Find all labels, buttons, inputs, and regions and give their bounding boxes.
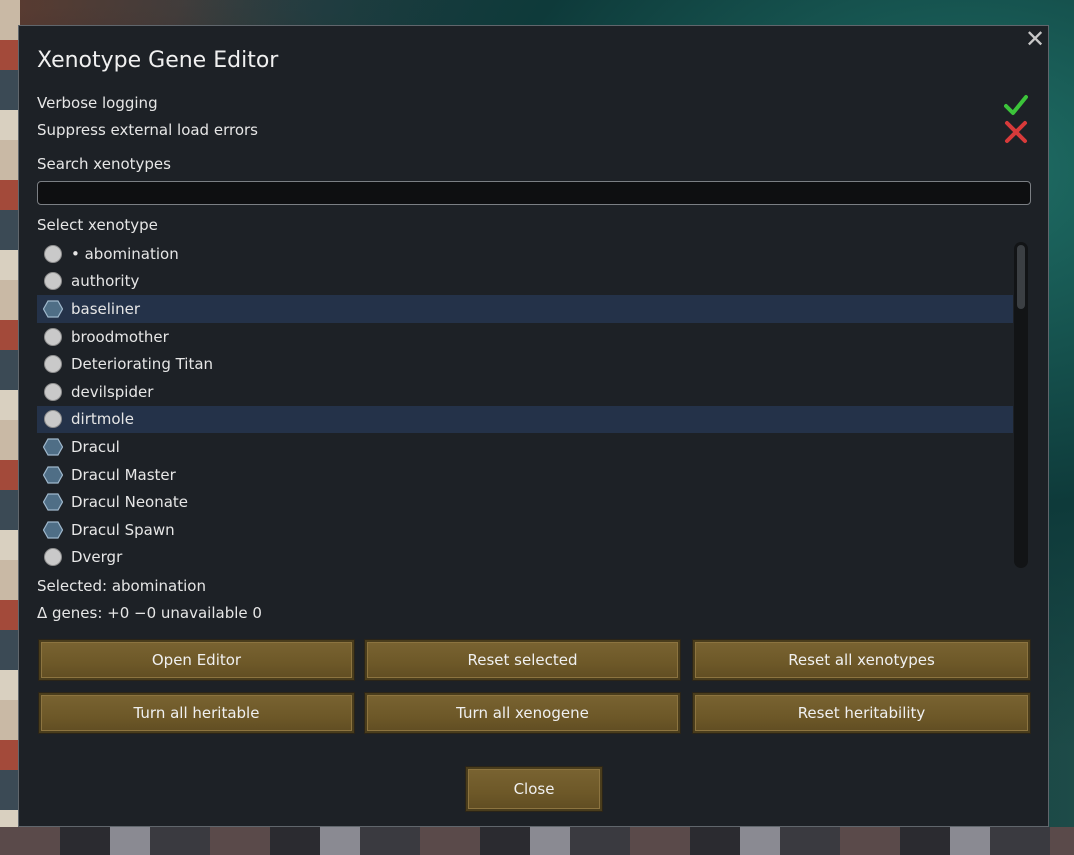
xenotype-label: Dracul Neonate [71, 493, 189, 512]
xenotype-row[interactable]: • abomination [37, 240, 1013, 268]
gene-delta-status: Δ genes: +0 −0 unavailable 0 [37, 604, 262, 622]
background-art-bottom [0, 827, 1074, 855]
turn-all-xenogene-button[interactable]: Turn all xenogene [364, 692, 681, 734]
xenotype-gene-editor-dialog: ✕ Xenotype Gene Editor Verbose logging S… [18, 25, 1049, 827]
xenotype-label: broodmother [71, 327, 169, 346]
reset-all-xenotypes-button[interactable]: Reset all xenotypes [692, 639, 1031, 681]
turn-all-heritable-button[interactable]: Turn all heritable [38, 692, 355, 734]
cross-icon[interactable] [1004, 120, 1028, 144]
xenotype-row[interactable]: Dvergr [37, 544, 1013, 572]
xenotype-row[interactable]: baseliner [37, 295, 1013, 323]
hexagon-icon [43, 465, 63, 484]
search-label: Search xenotypes [37, 155, 171, 173]
xenotype-label: Deteriorating Titan [71, 355, 214, 374]
xenotype-label: • abomination [71, 244, 179, 263]
circle-icon [44, 244, 62, 263]
xenotype-label: baseliner [71, 299, 140, 318]
circle-icon [44, 327, 62, 346]
select-xenotype-label: Select xenotype [37, 216, 158, 234]
verbose-logging-label[interactable]: Verbose logging [37, 94, 158, 112]
circle-icon [44, 382, 62, 401]
xenotype-label: dirtmole [71, 410, 134, 429]
dialog-title: Xenotype Gene Editor [37, 48, 279, 73]
xenotype-row[interactable]: devilspider [37, 378, 1013, 406]
scrollbar-thumb[interactable] [1017, 245, 1025, 309]
circle-icon [44, 548, 62, 567]
xenotype-label: devilspider [71, 382, 154, 401]
reset-selected-button[interactable]: Reset selected [364, 639, 681, 681]
background-art-left [0, 0, 20, 855]
open-editor-button[interactable]: Open Editor [38, 639, 355, 681]
xenotype-label: Dracul Master [71, 465, 176, 484]
hexagon-icon [43, 493, 63, 511]
xenotype-row[interactable]: Dracul Master [37, 461, 1013, 489]
xenotype-row[interactable]: Dracul [37, 433, 1013, 461]
suppress-errors-label[interactable]: Suppress external load errors [37, 121, 258, 139]
search-input[interactable] [37, 181, 1031, 205]
selected-status: Selected: abomination [37, 577, 206, 595]
circle-icon [44, 410, 62, 429]
close-icon[interactable]: ✕ [1022, 26, 1048, 52]
check-icon[interactable] [1004, 94, 1028, 116]
reset-heritability-button[interactable]: Reset heritability [692, 692, 1031, 734]
xenotype-list: • abomination authority baseliner broodmoth… [37, 240, 1013, 572]
circle-icon [44, 355, 62, 374]
hexagon-icon [43, 438, 63, 456]
xenotype-label: Dvergr [71, 548, 123, 567]
xenotype-label: Dracul Spawn [71, 520, 175, 539]
xenotype-row[interactable]: dirtmole [37, 405, 1013, 434]
hexagon-icon [43, 521, 63, 539]
xenotype-row[interactable]: Deteriorating Titan [37, 350, 1013, 378]
xenotype-row[interactable]: Dracul Spawn [37, 516, 1013, 544]
circle-icon [44, 272, 62, 291]
xenotype-row[interactable]: Dracul Neonate [37, 488, 1013, 516]
xenotype-row[interactable]: authority [37, 268, 1013, 296]
xenotype-label: authority [71, 272, 140, 291]
hexagon-icon [43, 300, 63, 318]
xenotype-row[interactable]: broodmother [37, 323, 1013, 351]
close-button[interactable]: Close [465, 766, 603, 812]
xenotype-label: Dracul [71, 437, 120, 456]
